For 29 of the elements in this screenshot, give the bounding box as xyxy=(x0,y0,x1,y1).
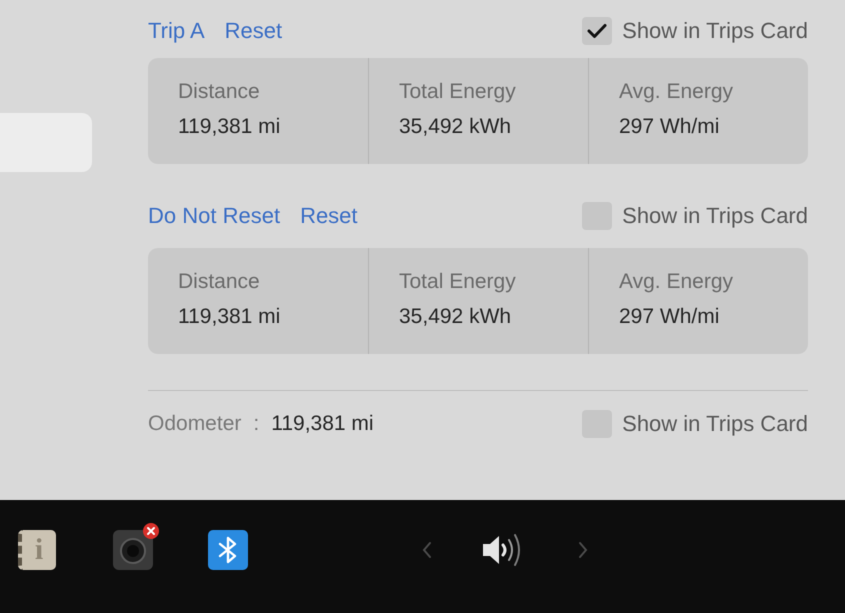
odometer-value: 119,381 mi xyxy=(271,411,374,437)
stat-value: 119,381 mi xyxy=(178,305,282,329)
trip-name-link[interactable]: Do Not Reset xyxy=(148,202,280,230)
stat-label: Total Energy xyxy=(399,80,517,104)
camera-icon[interactable] xyxy=(113,530,153,570)
chevron-right-icon[interactable] xyxy=(578,541,588,559)
checkbox[interactable] xyxy=(582,17,612,45)
stat-label: Distance xyxy=(178,270,261,294)
checkmark-icon xyxy=(587,23,608,39)
stat-value: 297 Wh/mi xyxy=(619,115,720,139)
bluetooth-icon[interactable] xyxy=(208,530,248,570)
stat-label: Distance xyxy=(178,80,261,104)
checkbox-label: Show in Trips Card xyxy=(622,202,808,230)
stat-value: 35,492 kWh xyxy=(399,115,512,139)
reset-link[interactable]: Reset xyxy=(224,17,282,45)
checkbox-label: Show in Trips Card xyxy=(622,410,808,438)
stat-label: Avg. Energy xyxy=(619,80,734,104)
stat-value: 119,381 mi xyxy=(178,115,282,139)
stat-value: 297 Wh/mi xyxy=(619,305,720,329)
reset-link[interactable]: Reset xyxy=(300,202,358,230)
chevron-left-icon[interactable] xyxy=(422,541,432,559)
stat-label: Avg. Energy xyxy=(619,270,734,294)
trip-name-link[interactable]: Trip A xyxy=(148,17,205,45)
stat-value: 35,492 kWh xyxy=(399,305,512,329)
odometer-label: Odometer xyxy=(148,411,242,437)
manual-button[interactable]: i xyxy=(18,530,56,570)
checkbox-label: Show in Trips Card xyxy=(622,17,808,45)
label-separator: : xyxy=(253,411,260,437)
stat-label: Total Energy xyxy=(399,270,517,294)
